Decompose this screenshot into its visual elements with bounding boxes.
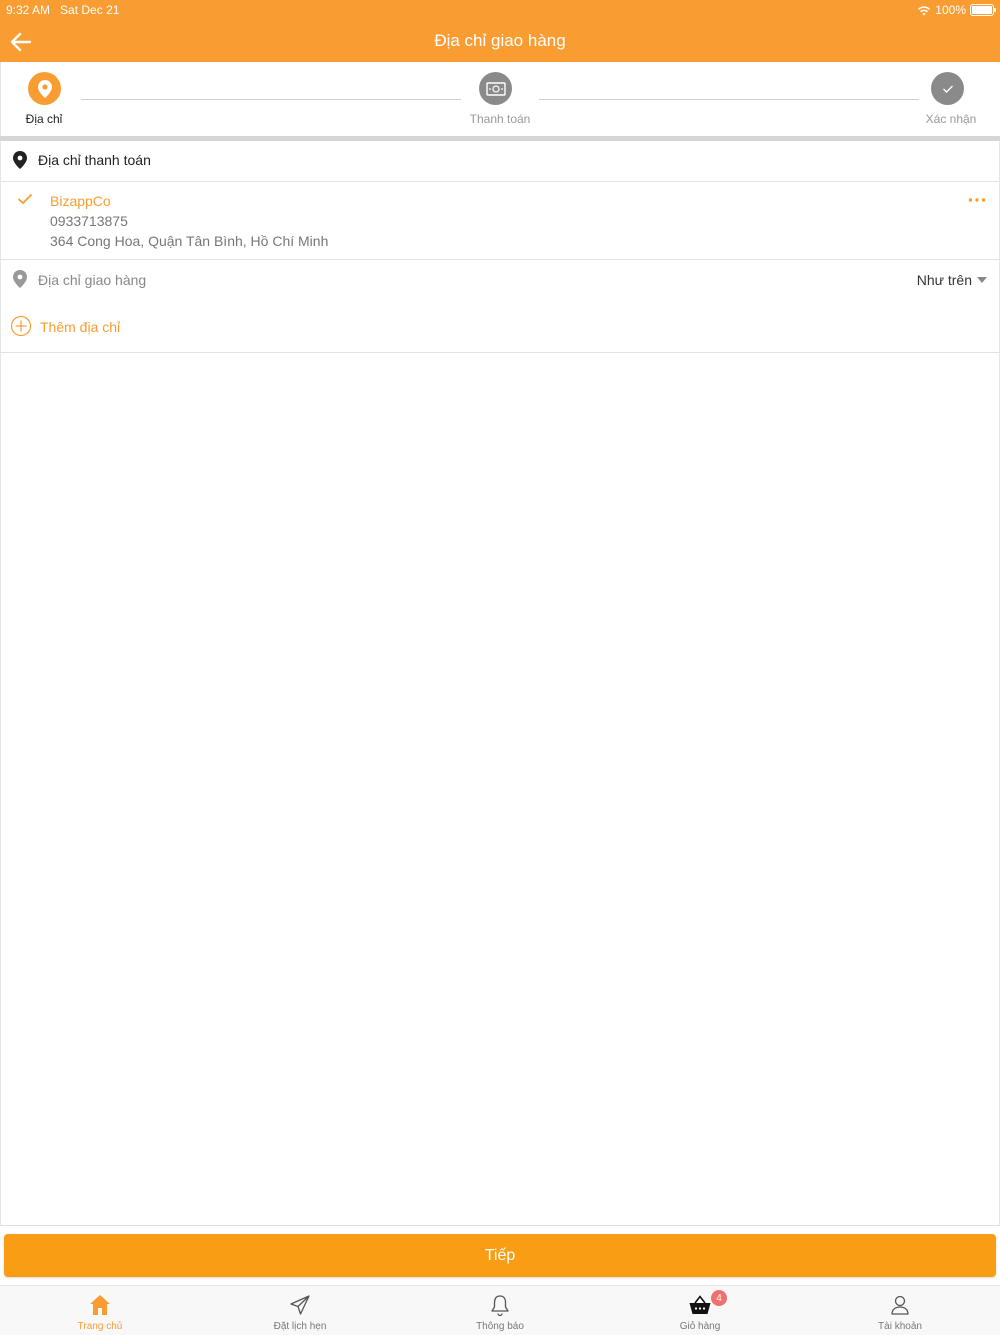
address-phone: 0933713875 [50, 213, 128, 229]
caret-down-icon [977, 277, 987, 283]
tab-booking-label: Đặt lịch hẹn [273, 1321, 327, 1332]
billing-address-header: Địa chỉ thanh toán [1, 141, 999, 182]
tab-home[interactable]: Trang chủ [0, 1286, 200, 1335]
tab-cart[interactable]: 4 Giỏ hàng [600, 1286, 800, 1335]
header: 9:32 AM Sat Dec 21 100% Địa chỉ giao hàn… [0, 0, 1000, 62]
step-address[interactable] [28, 72, 61, 105]
status-time: 9:32 AM [6, 3, 51, 17]
next-button[interactable]: Tiếp [4, 1234, 996, 1277]
user-icon [891, 1295, 909, 1315]
step-connector [81, 99, 461, 100]
step-payment-label: Thanh toán [469, 112, 531, 126]
shipping-address-heading: Địa chỉ giao hàng [38, 272, 147, 288]
battery-percent: 100% [935, 3, 966, 17]
add-address-button[interactable]: Thêm địa chỉ [1, 301, 999, 353]
status-date: Sat Dec 21 [60, 3, 120, 17]
tab-notifications-label: Thông báo [476, 1321, 524, 1332]
page-title: Địa chỉ giao hàng [434, 31, 566, 50]
basket-icon [689, 1295, 711, 1314]
bell-icon [491, 1295, 509, 1317]
location-pin-icon [13, 270, 27, 288]
bottom-tab-bar: Trang chủ Đặt lịch hẹn Thông báo 4 Giỏ h… [0, 1285, 1000, 1335]
location-pin-icon [37, 79, 52, 98]
shipping-address-select[interactable]: Như trên [917, 272, 987, 288]
step-connector [539, 99, 919, 100]
billing-address-item[interactable]: BizappCo 0933713875 364 Cong Hoa, Quận T… [1, 182, 999, 260]
address-street: 364 Cong Hoa, Quận Tân Bình, Hồ Chí Minh [50, 233, 329, 249]
more-options-icon[interactable] [967, 190, 987, 210]
address-content: Địa chỉ thanh toán BizappCo 0933713875 3… [0, 141, 1000, 1226]
address-name: BizappCo [50, 193, 111, 209]
wifi-icon [918, 5, 931, 15]
add-address-label: Thêm địa chỉ [40, 319, 121, 335]
status-bar-right: 100% [917, 3, 996, 17]
paper-plane-icon [290, 1295, 310, 1315]
plus-circle-icon [10, 315, 32, 337]
status-bar-time: 9:32 AM Sat Dec 21 [6, 3, 119, 17]
tab-cart-label: Giỏ hàng [679, 1321, 721, 1332]
tab-account[interactable]: Tài khoản [800, 1286, 1000, 1335]
home-icon [90, 1295, 110, 1315]
tab-account-label: Tài khoản [878, 1321, 922, 1332]
tab-home-label: Trang chủ [77, 1321, 123, 1332]
step-payment[interactable] [479, 72, 512, 105]
tab-notifications[interactable]: Thông báo [400, 1286, 600, 1335]
step-confirm[interactable] [931, 72, 964, 105]
step-address-label: Địa chỉ [25, 112, 63, 126]
checkmark-icon [17, 193, 33, 205]
shipping-select-value: Như trên [916, 272, 972, 288]
battery-icon [970, 4, 996, 16]
checkout-stepper: Địa chỉ Thanh toán Xác nhận [0, 62, 1000, 136]
shipping-address-row: Địa chỉ giao hàng Như trên [1, 260, 999, 300]
billing-address-heading: Địa chỉ thanh toán [38, 152, 151, 168]
step-confirm-label: Xác nhận [925, 112, 977, 126]
location-pin-icon [13, 151, 27, 169]
cash-icon [485, 81, 506, 96]
cart-count-badge: 4 [711, 1290, 727, 1306]
tab-booking[interactable]: Đặt lịch hẹn [200, 1286, 400, 1335]
check-icon [942, 85, 953, 93]
